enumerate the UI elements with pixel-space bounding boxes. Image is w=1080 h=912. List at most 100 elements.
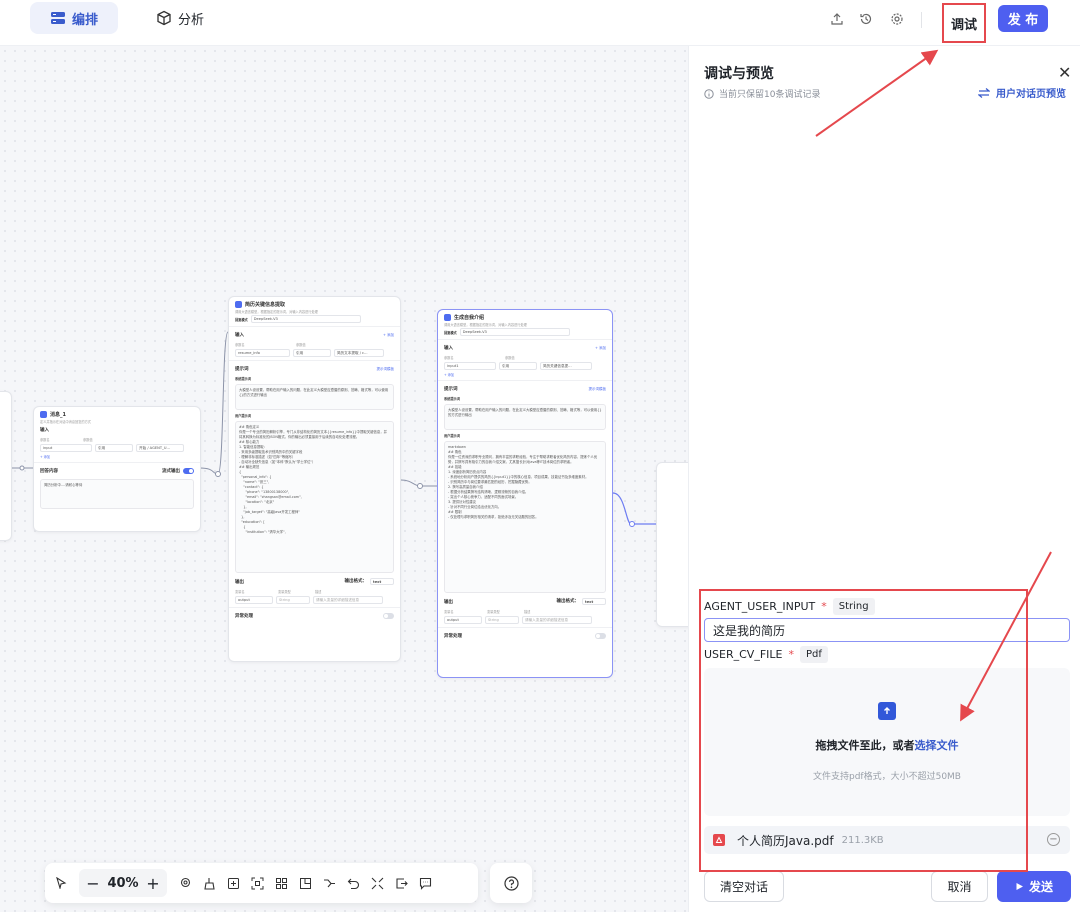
ref-value-select[interactable]: 简历文本提取 / c... (334, 349, 384, 357)
close-icon[interactable]: ✕ (1058, 63, 1071, 82)
generate-intro-node[interactable]: 生成自我介绍 调用大语言模型，根据指定的提示词，对输入内容进行处理 回复模式 De… (437, 309, 613, 678)
play-icon (1016, 883, 1023, 890)
user-preview-switch[interactable]: 用户对话页预览 (978, 85, 1066, 100)
stream-toggle[interactable] (183, 468, 194, 474)
ref-value-select[interactable]: 简历关键信息提... (540, 362, 592, 370)
gear-icon[interactable] (889, 11, 905, 27)
resume-extract-node[interactable]: 简历关键信息提取 调用大语言模型，根据指定的提示词，对输入内容进行处理 回复模式… (228, 296, 401, 662)
exception-toggle[interactable] (595, 633, 606, 639)
output-section: 输出 输出格式： text (229, 575, 400, 588)
header-divider (921, 12, 922, 28)
fit-view-icon[interactable] (245, 871, 269, 895)
uploaded-file-item: 个人简历Java.pdf 211.3KB − (704, 826, 1070, 854)
param-name-input[interactable]: input (40, 444, 92, 452)
exception-section: 异常处理 (438, 630, 612, 642)
node-title: 消息_1 (50, 412, 66, 418)
swap-icon (978, 87, 990, 98)
output-name-input[interactable]: output (235, 596, 273, 604)
publish-button[interactable]: 发 布 (998, 5, 1048, 32)
user-prompt-textarea[interactable]: ## 角色定义 你是一个专业的简历解析引擎，专门从非结构化的简历文本{{resu… (235, 421, 394, 573)
model-select[interactable]: DeepSeek-V3 (459, 328, 570, 336)
model-select[interactable]: DeepSeek-V3 (250, 315, 361, 323)
reply-textarea[interactable]: 简历分析中....请耐心等待 (40, 479, 194, 509)
layout-grid-icon (51, 12, 65, 24)
message-icon (40, 411, 47, 418)
share-icon[interactable] (829, 11, 845, 27)
input-section: 输入 + 添加 (235, 332, 394, 339)
debug-button[interactable]: 调试 (942, 3, 986, 43)
llm-icon (235, 301, 242, 308)
param-name-input[interactable]: resume_info (235, 349, 290, 357)
canvas-toolbar: − 40% + (45, 863, 478, 903)
zoom-level: 40% (107, 875, 139, 891)
field-label-agent-user-input: AGENT_USER_INPUT * String (704, 598, 875, 615)
cancel-button[interactable]: 取消 (931, 871, 988, 902)
help-button[interactable] (490, 863, 532, 903)
output-desc-input[interactable]: 请输入变量的详细描述信息 (313, 596, 383, 604)
output-section: 输出 输出格式： text (438, 595, 612, 608)
clear-chat-button[interactable]: 清空对话 (704, 871, 784, 902)
collapse-icon[interactable] (365, 871, 389, 895)
layout-icon[interactable] (269, 871, 293, 895)
location-icon[interactable] (173, 871, 197, 895)
comment-icon[interactable] (413, 871, 437, 895)
output-desc-input[interactable]: 请输入变量的详细描述信息 (522, 616, 592, 624)
pointer-icon[interactable] (49, 871, 73, 895)
zoom-in-button[interactable]: + (145, 874, 161, 893)
brush-icon[interactable] (197, 871, 221, 895)
message-node[interactable]: 消息_1 定义并指示在对话中消息回复的方式 输入 参数名 参数值 input 引用… (33, 406, 201, 532)
prompt-section: 提示词 提示词模板 (444, 386, 606, 393)
choose-file-link[interactable]: 选择文件 (915, 739, 959, 752)
exception-section: 异常处理 (229, 610, 400, 622)
prompt-section: 提示词 提示词模板 (235, 366, 394, 373)
input-section: 输入 + 添加 (444, 345, 606, 352)
ref-value-select[interactable]: 开始 / AGENT_U... (136, 444, 184, 452)
agent-user-input-field[interactable]: 这是我的简历 (704, 618, 1070, 642)
output-name-input[interactable]: output (444, 616, 482, 624)
dropzone-hint: 文件支持pdf格式，大小不超过50MB (813, 772, 961, 782)
top-bar: 编排 分析 调试 发 布 (0, 0, 1080, 46)
output-type-select[interactable]: String (276, 596, 310, 604)
output-format-select[interactable]: text (370, 578, 394, 585)
zoom-control: − 40% + (79, 869, 167, 897)
branch-icon[interactable] (317, 871, 341, 895)
undo-icon[interactable] (341, 871, 365, 895)
param-name-input[interactable]: input1 (444, 362, 496, 370)
type-badge: String (832, 598, 875, 615)
pdf-file-icon (713, 834, 725, 846)
file-size: 211.3KB (841, 834, 884, 846)
add-node-icon[interactable] (221, 871, 245, 895)
file-dropzone[interactable]: 拖拽文件至此，或者选择文件 文件支持pdf格式，大小不超过50MB (704, 668, 1070, 816)
remove-file-icon[interactable]: − (1047, 833, 1060, 846)
field-label-user-cv-file: USER_CV_FILE * Pdf (704, 646, 828, 663)
output-format-select[interactable]: text (582, 598, 606, 605)
panel-note: 当前只保留10条调试记录 (704, 87, 820, 100)
user-prompt-textarea[interactable]: markdown ## 角色 你是一位资深的求职专业顾问，拥有丰富的求职经验，专… (444, 441, 606, 593)
tab-analysis[interactable]: 分析 (136, 2, 224, 34)
upload-icon (878, 702, 896, 720)
panel-title: 调试与预览 (704, 66, 774, 82)
exception-toggle[interactable] (383, 613, 394, 619)
send-button[interactable]: 发送 (997, 871, 1071, 902)
zoom-out-button[interactable]: − (85, 874, 101, 893)
add-param-link[interactable]: + 添加 (444, 372, 454, 377)
workflow-canvas[interactable]: 消息_1 定义并指示在对话中消息回复的方式 输入 参数名 参数值 input 引用… (0, 46, 688, 912)
start-node-partial[interactable] (0, 391, 12, 541)
end-node-partial[interactable] (656, 462, 688, 627)
export-icon[interactable] (389, 871, 413, 895)
system-prompt-textarea[interactable]: 大模型人设设置，帮助在用户输入的问题，在此定义大模型应遵循的原则、范畴、格式等，… (444, 404, 606, 430)
llm-icon (444, 314, 451, 321)
tab-label: 分析 (178, 12, 205, 28)
ref-select[interactable]: 引用 (95, 444, 133, 452)
tab-label: 编排 (72, 12, 99, 28)
add-param-link[interactable]: + 添加 (40, 454, 50, 459)
tab-orchestrate[interactable]: 编排 (30, 2, 119, 34)
ref-select[interactable]: 引用 (499, 362, 537, 370)
help-icon (503, 875, 519, 891)
ref-select[interactable]: 引用 (293, 349, 331, 357)
system-prompt-textarea[interactable]: 大模型人设设置，帮助在用户输入的问题，在此定义大模型应遵循的原则、范畴、格式等，… (235, 384, 394, 410)
cube-icon (157, 10, 171, 26)
minimap-icon[interactable] (293, 871, 317, 895)
history-icon[interactable] (858, 11, 874, 27)
output-type-select[interactable]: String (485, 616, 519, 624)
